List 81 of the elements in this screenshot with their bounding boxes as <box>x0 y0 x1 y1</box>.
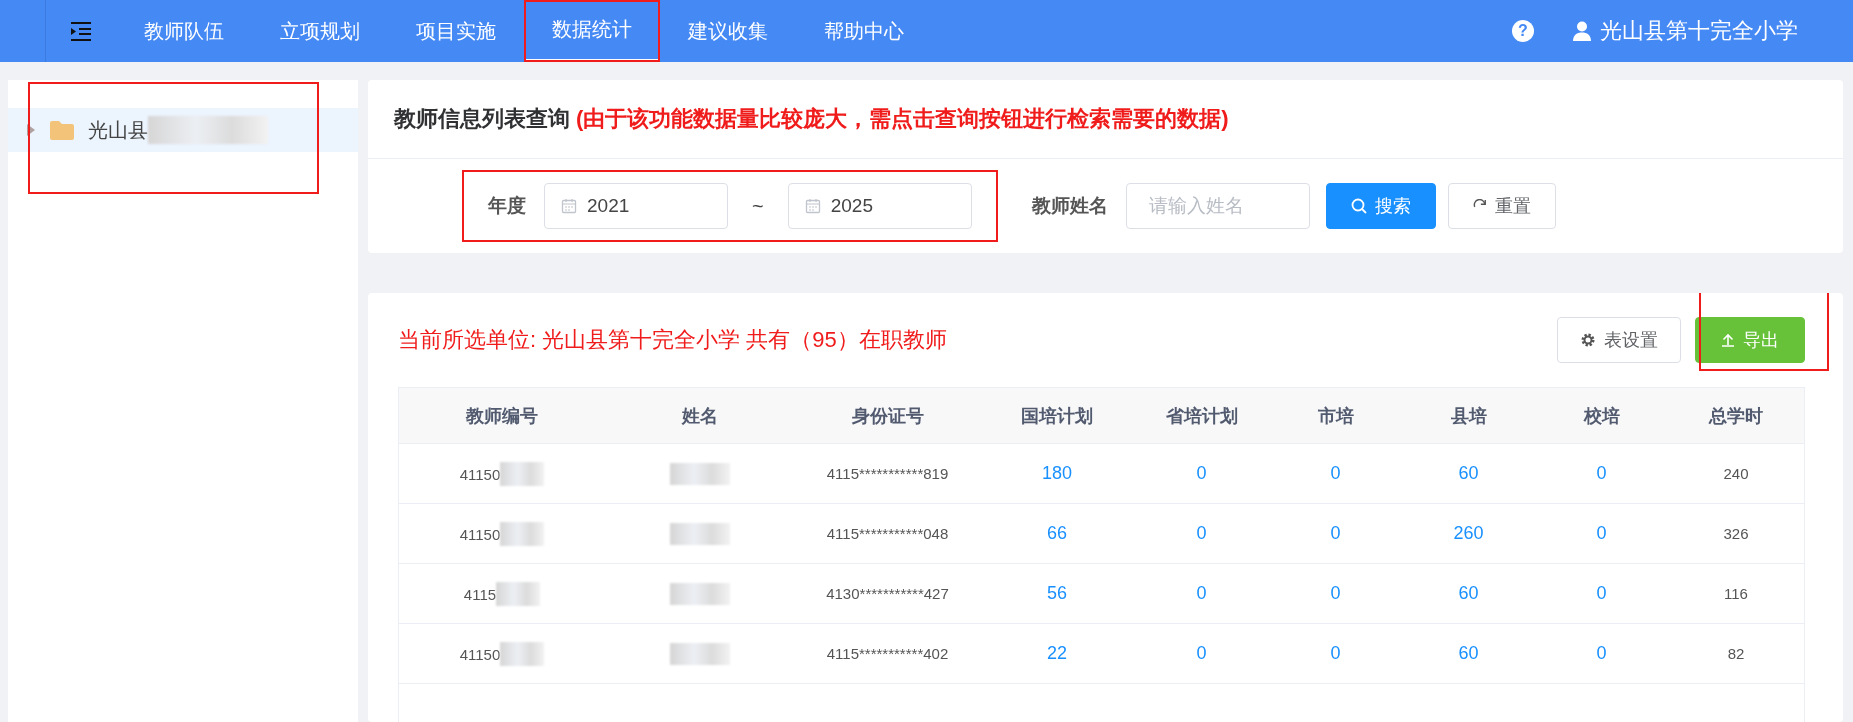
blurred-patch <box>500 641 545 666</box>
folder-icon <box>50 120 74 140</box>
hours-link[interactable]: 0 <box>1596 583 1607 603</box>
table-cell-text: 240 <box>1722 465 1750 482</box>
hours-link[interactable]: 0 <box>1196 463 1207 483</box>
nav-tab[interactable]: 帮助中心 <box>796 0 932 62</box>
nav-tab[interactable]: 立项规划 <box>252 0 388 62</box>
hours-link[interactable]: 0 <box>1196 583 1207 603</box>
nav-tab[interactable]: 数据统计 <box>524 0 660 62</box>
gear-icon <box>1580 332 1596 348</box>
hours-link[interactable]: 0 <box>1196 643 1207 663</box>
blurred-patch <box>670 462 730 485</box>
user-icon <box>1572 21 1592 41</box>
blurred-patch <box>500 521 545 546</box>
table-cell: 4115 <box>463 585 497 602</box>
hours-link[interactable]: 0 <box>1596 523 1607 543</box>
table-cell: 41150 <box>459 645 501 662</box>
search-button[interactable]: 搜索 <box>1325 183 1436 229</box>
hours-link[interactable]: 260 <box>1453 523 1484 543</box>
hours-link[interactable]: 56 <box>1047 583 1067 603</box>
tree-label: 光山县 <box>88 117 148 143</box>
hours-link[interactable]: 0 <box>1196 523 1207 543</box>
field-label: 教师姓名 <box>1031 194 1108 218</box>
hours-link[interactable]: 60 <box>1458 583 1479 603</box>
nav-tab[interactable]: 项目实施 <box>388 0 524 62</box>
calendar-icon <box>804 198 821 214</box>
column-header[interactable]: 校培 <box>1535 403 1668 428</box>
hours-link[interactable]: 0 <box>1330 643 1341 663</box>
card-title: 教师信息列表查询 <box>394 105 570 133</box>
column-header[interactable]: 姓名 <box>605 403 795 428</box>
blurred-patch <box>670 522 730 545</box>
table-cell: 41150 <box>459 465 501 482</box>
search-icon <box>1350 198 1367 214</box>
summary-text: 当前所选单位: 光山县第十完全小学 共有（95）在职教师 <box>398 326 948 354</box>
calendar-icon <box>561 198 577 214</box>
user-name[interactable]: 光山县第十完全小学 <box>1600 16 1798 46</box>
menu-icon[interactable] <box>69 21 93 41</box>
hours-link[interactable]: 0 <box>1330 583 1341 603</box>
caret-icon[interactable] <box>26 123 36 137</box>
hours-link[interactable]: 66 <box>1047 523 1067 543</box>
help-icon[interactable]: ? <box>1512 20 1534 42</box>
hours-link[interactable]: 0 <box>1596 463 1607 483</box>
hours-link[interactable]: 60 <box>1458 463 1479 483</box>
hours-link[interactable]: 22 <box>1047 643 1067 663</box>
blurred-patch <box>670 642 730 665</box>
blurred-patch <box>670 582 730 605</box>
hours-link[interactable]: 0 <box>1330 463 1341 483</box>
column-header[interactable]: 县培 <box>1402 403 1535 428</box>
upload-icon <box>1721 333 1735 347</box>
name-input[interactable]: 请输入姓名 <box>1125 183 1310 229</box>
table-cell-text: 4115***********048 <box>825 525 950 542</box>
nav-tab[interactable]: 教师队伍 <box>116 0 252 62</box>
range-separator: ~ <box>752 194 764 218</box>
column-header[interactable]: 总学时 <box>1668 403 1804 428</box>
settings-button[interactable]: 表设置 <box>1557 317 1681 363</box>
column-header[interactable]: 教师编号 <box>399 403 605 428</box>
table-cell-text: 116 <box>1723 585 1749 602</box>
blurred-patch <box>500 461 545 486</box>
column-header[interactable]: 省培计划 <box>1134 403 1269 428</box>
export-button[interactable]: 导出 <box>1695 317 1805 363</box>
nav-tab[interactable]: 建议收集 <box>660 0 796 62</box>
column-header[interactable]: 身份证号 <box>795 403 980 428</box>
notice-text: (由于该功能数据量比较庞大，需点击查询按钮进行检索需要的数据) <box>576 105 1229 133</box>
hours-link[interactable]: 60 <box>1458 643 1479 663</box>
date-field[interactable]: 2025 <box>787 183 972 229</box>
table-cell-text: 4130***********427 <box>825 585 950 602</box>
column-header[interactable]: 市培 <box>1269 403 1402 428</box>
hours-link[interactable]: 0 <box>1330 523 1341 543</box>
reset-button[interactable]: 重置 <box>1447 183 1556 229</box>
table-cell-text: 326 <box>1722 525 1750 542</box>
field-label: 年度 <box>488 194 526 218</box>
table-cell-text: 4115***********402 <box>825 645 950 662</box>
hours-link[interactable]: 180 <box>1041 463 1072 483</box>
column-header[interactable]: 国培计划 <box>980 403 1134 428</box>
table-cell-text: 4115***********819 <box>825 465 950 482</box>
tree-item[interactable]: 光山县 <box>8 108 358 152</box>
table-cell: 41150 <box>459 525 501 542</box>
blurred-patch <box>496 581 541 606</box>
date-field[interactable]: 2021 <box>544 183 728 229</box>
table-cell-text: 82 <box>1726 645 1746 662</box>
hours-link[interactable]: 0 <box>1596 643 1607 663</box>
